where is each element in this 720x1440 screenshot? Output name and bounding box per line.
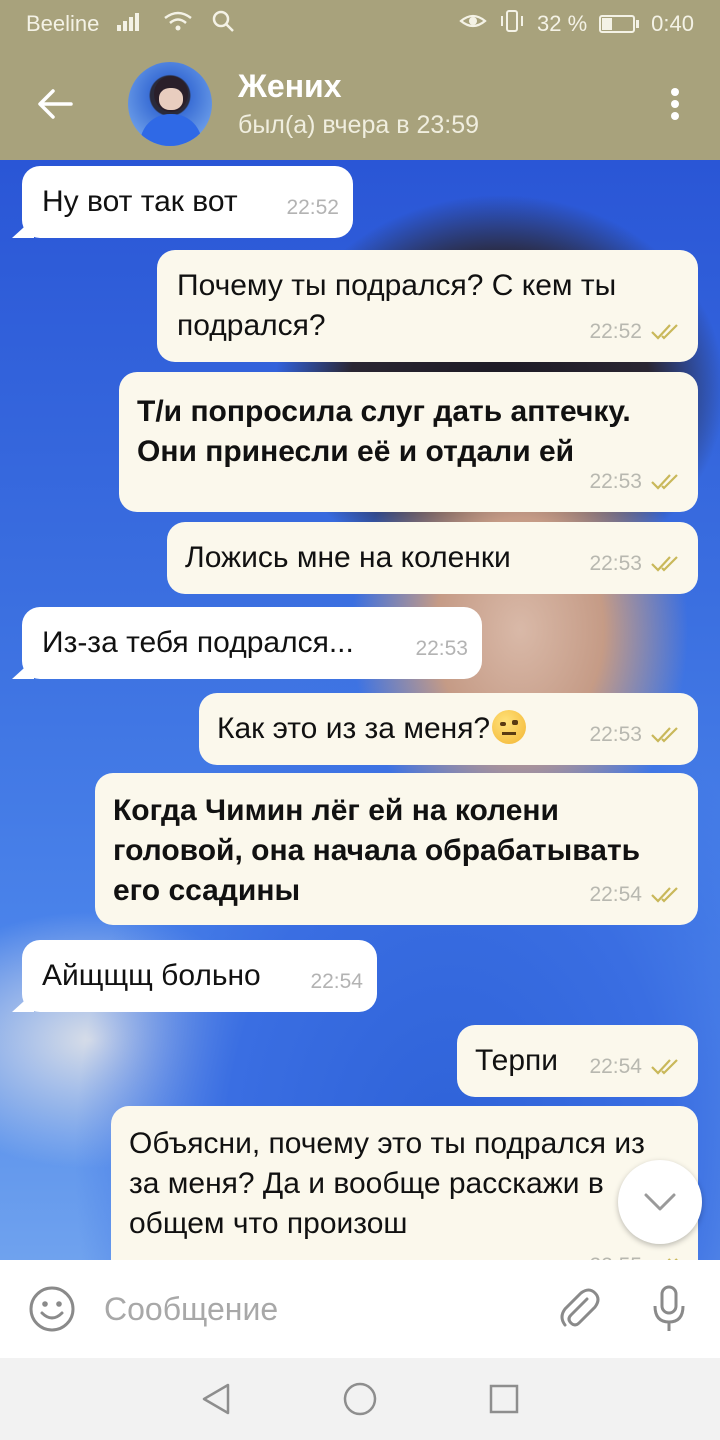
nav-home-icon[interactable] [342,1381,378,1417]
carrier-label: Beeline [26,11,100,36]
message-time: 22:55 [589,1246,642,1260]
vibrate-icon [499,9,525,39]
double-check-icon [651,556,678,572]
battery-icon [599,15,640,33]
message-time: 22:54 [310,970,363,993]
message-time: 22:53 [589,723,642,746]
message-bubble[interactable]: Ну вот так вот 22:52 [12,166,353,238]
last-seen-status: был(а) вчера в 23:59 [238,111,480,139]
voice-record-button[interactable] [624,1284,714,1334]
double-check-icon [651,1059,678,1075]
avatar[interactable] [128,62,212,146]
message-bubble[interactable]: Из-за тебя подрался... 22:53 [12,607,482,679]
wifi-icon [163,10,193,38]
signal-icon [117,11,145,37]
scroll-down-button[interactable] [618,1160,702,1244]
arrow-left-icon [38,89,73,119]
message-bubble[interactable]: Как это из за меня? 22:53 [199,693,698,765]
message-text: Т/и попросила слуг дать аптечку. Они при… [137,395,631,468]
message-time: 22:53 [415,637,468,660]
message-time: 22:53 [589,552,642,575]
status-bar: Beeline 32 % 0:40 [0,0,720,48]
message-bubble[interactable]: Когда Чимин лёг ей на колени головой, он… [95,773,698,925]
message-time: 22:54 [589,1055,642,1078]
message-bubble[interactable]: Т/и попросила слуг дать аптечку. Они при… [119,372,698,512]
message-input[interactable]: Сообщение [104,1291,534,1328]
paperclip-icon [560,1288,600,1327]
message-time: 22:54 [589,883,642,906]
chevron-down-icon [644,1193,676,1211]
message-bubble[interactable]: Ложись мне на коленки 22:53 [167,522,698,594]
more-menu-button[interactable] [630,48,720,160]
microphone-icon [653,1285,685,1331]
back-button[interactable] [0,48,110,160]
eye-icon [459,11,487,37]
more-vertical-icon [671,88,679,120]
double-check-icon [651,324,678,340]
battery-percent: 32 % [537,11,588,36]
message-time: 22:52 [286,196,339,219]
clock: 0:40 [651,11,694,36]
smiley-icon [29,1286,75,1332]
message-time: 22:53 [589,470,642,493]
contact-name: Жених [238,68,342,104]
message-bubble[interactable]: Айщщщ больно 22:54 [12,940,377,1012]
message-bubble[interactable]: Почему ты подрался? С кем ты подрался? 2… [157,250,698,362]
search-icon [211,9,235,39]
emoji-button[interactable] [0,1285,104,1333]
double-check-icon [651,474,678,490]
nav-recents-icon[interactable] [488,1383,520,1415]
nav-back-icon[interactable] [200,1382,232,1416]
message-text: Как это из за меня? [217,712,491,745]
message-composer: Сообщение [0,1260,720,1358]
system-navigation-bar [0,1358,720,1440]
chat-title-block[interactable]: Жених был(а) вчера в 23:59 [238,68,479,140]
double-check-icon [651,887,678,903]
attach-button[interactable] [534,1285,624,1333]
message-text: Объясни, почему это ты подрался из за ме… [129,1127,645,1240]
raised-eyebrow-emoji [492,710,527,744]
chat-area[interactable]: Ну вот так вот 22:52 Почему ты подрался?… [0,160,720,1260]
message-time: 22:52 [589,320,642,343]
chat-header: Жених был(а) вчера в 23:59 [0,48,720,160]
message-bubble[interactable]: Терпи 22:54 [457,1025,698,1097]
message-text: Из-за тебя подрался... [42,626,354,659]
double-check-icon [651,727,678,743]
message-bubble[interactable]: Объясни, почему это ты подрался из за ме… [111,1106,698,1260]
